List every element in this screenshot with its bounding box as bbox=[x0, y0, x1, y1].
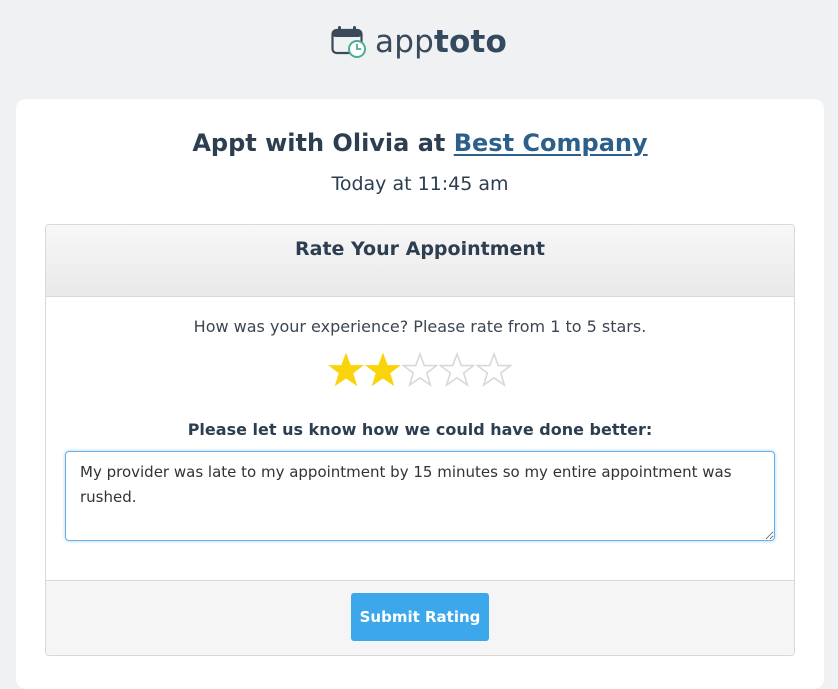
rating-panel-header: Rate Your Appointment bbox=[46, 225, 794, 297]
brand-name-bold: toto bbox=[433, 24, 507, 60]
brand-name: apptoto bbox=[375, 22, 507, 62]
brand-name-light: app bbox=[375, 24, 434, 60]
appointment-title: Appt with Olivia at Best Company bbox=[16, 123, 824, 163]
appointment-title-prefix: Appt with Olivia at bbox=[192, 129, 454, 157]
submit-rating-button[interactable]: Submit Rating bbox=[351, 593, 489, 641]
star-1-icon[interactable] bbox=[328, 352, 364, 388]
star-4-icon[interactable] bbox=[439, 352, 475, 388]
rating-prompt: How was your experience? Please rate fro… bbox=[193, 317, 647, 336]
feedback-textarea[interactable]: My provider was late to my appointment b… bbox=[65, 451, 775, 541]
rating-panel: Rate Your Appointment How was your exper… bbox=[45, 224, 795, 656]
rating-panel-body: How was your experience? Please rate fro… bbox=[46, 297, 794, 580]
rating-panel-footer: Submit Rating bbox=[46, 580, 794, 655]
star-rating bbox=[46, 352, 794, 388]
star-5-icon[interactable] bbox=[476, 352, 512, 388]
star-2-icon[interactable] bbox=[365, 352, 401, 388]
star-3-icon[interactable] bbox=[402, 352, 438, 388]
appointment-card: Appt with Olivia at Best Company Today a… bbox=[16, 99, 824, 689]
feedback-label: Please let us know how we could have don… bbox=[187, 420, 653, 439]
rating-panel-title: Rate Your Appointment bbox=[295, 238, 545, 260]
calendar-clock-icon bbox=[331, 26, 366, 58]
company-link[interactable]: Best Company bbox=[454, 129, 648, 157]
apptoto-logo: apptoto bbox=[0, 22, 838, 62]
appointment-time: Today at 11:45 am bbox=[331, 173, 509, 195]
